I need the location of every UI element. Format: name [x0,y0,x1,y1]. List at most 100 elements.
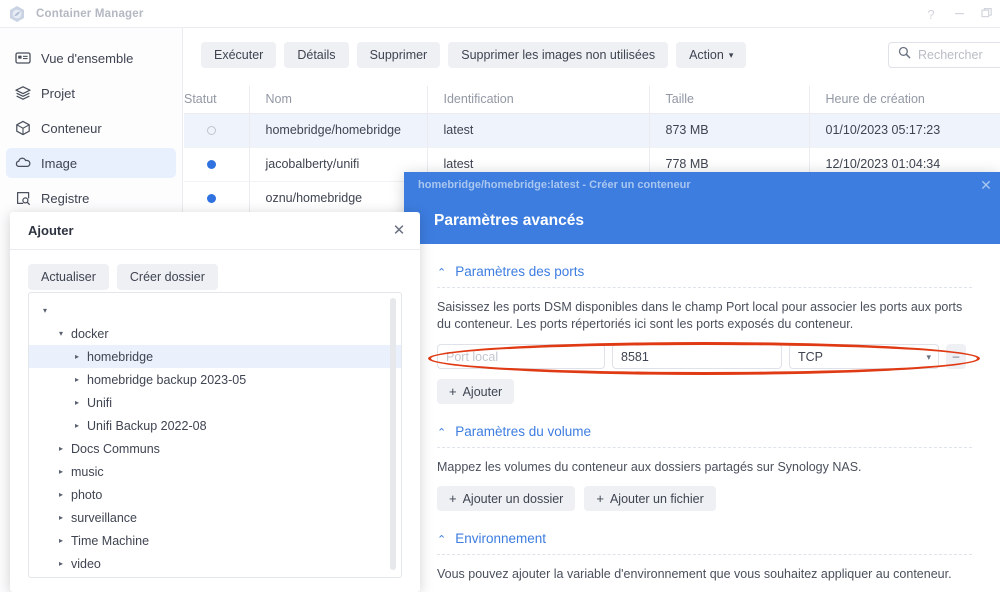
chevron-right-icon[interactable]: ▸ [55,536,67,545]
container-port-input[interactable] [612,344,782,369]
list-item-label: Docs Communs [71,441,160,456]
sidebar-item-label: Registre [41,190,90,206]
row-name-cell: homebridge/homebridge [248,113,427,148]
minimize-icon[interactable] [952,8,966,21]
list-item[interactable]: ▾ docker [29,322,401,345]
chevron-up-icon: ⌃ [437,267,447,279]
list-item[interactable]: ▸ Unifi [29,391,401,414]
list-item[interactable]: ▸ video [29,552,401,575]
add-port-button[interactable]: + Ajouter [437,379,515,404]
create-container-dialog: homebridge/homebridge:latest - Créer un … [404,172,1000,592]
protocol-select-value[interactable] [789,344,939,369]
chevron-right-icon[interactable]: ▸ [55,559,67,568]
protocol-select[interactable]: ▾ [789,344,939,369]
action-dropdown-button[interactable]: Action ▾ [676,42,747,68]
plus-icon: + [596,491,604,506]
list-item[interactable]: ▾ [29,299,401,322]
search-input[interactable] [918,48,1000,62]
ports-section-description: Saisissez les ports DSM disponibles dans… [437,300,963,331]
cube-icon [14,120,31,137]
environment-section-description: Vous pouvez ajouter la variable d'enviro… [437,567,952,581]
refresh-button[interactable]: Actualiser [28,264,109,290]
details-button[interactable]: Détails [284,42,349,68]
add-folder-button[interactable]: + Ajouter un dossier [437,486,576,511]
breadcrumb: homebridge/homebridge:latest - Créer un … [418,179,691,191]
section-divider [437,447,972,448]
chevron-right-icon[interactable]: ▸ [71,375,83,384]
list-item[interactable]: ▸ music [29,460,401,483]
sidebar-item-label: Projet [41,85,75,101]
column-header-statut[interactable]: Statut [184,86,249,114]
folder-tree[interactable]: ▾ ▾ docker ▸ homebridge ▸ homebridge bac… [28,292,402,578]
chevron-right-icon[interactable]: ▸ [55,513,67,522]
add-file-button[interactable]: + Ajouter un fichier [584,486,716,511]
sidebar-item-registre[interactable]: Registre [6,183,176,213]
status-indicator-icon [207,159,216,169]
run-button[interactable]: Exécuter [201,42,277,68]
tree-scrollbar[interactable] [390,298,396,570]
remove-port-button[interactable]: – [946,344,966,369]
list-item[interactable]: ▸ photo [29,483,401,506]
chevron-right-icon[interactable]: ▸ [71,352,83,361]
layers-icon [14,85,31,102]
list-item[interactable]: ▸ surveillance [29,506,401,529]
sidebar-item-conteneur[interactable]: Conteneur [6,113,176,143]
chevron-right-icon[interactable]: ▸ [55,444,67,453]
chevron-right-icon[interactable]: ▸ [55,490,67,499]
chevron-right-icon[interactable]: ▸ [55,467,67,476]
environment-section-heading: Environnement [455,531,547,546]
add-folder-dialog-toolbar: Actualiser Créer dossier [10,250,420,290]
maximize-icon[interactable] [980,7,994,21]
column-header-heure-de-creation[interactable]: Heure de création [808,86,1000,114]
column-header-taille[interactable]: Taille [648,86,809,114]
table-row[interactable]: homebridge/homebridge latest 873 MB 01/1… [184,113,1000,148]
chevron-right-icon[interactable]: ▸ [71,421,83,430]
volume-section-heading: Paramètres du volume [455,424,592,439]
create-container-dialog-body: ⌃ Paramètres des ports Saisissez les por… [404,244,1000,592]
delete-unused-images-button[interactable]: Supprimer les images non utilisées [448,42,669,68]
list-item[interactable]: ▸ Unifi Backup 2022-08 [29,414,401,437]
add-folder-label: Ajouter un dossier [462,492,564,506]
chevron-down-icon[interactable]: ▾ [55,329,67,338]
volume-section-description: Mappez les volumes du conteneur aux doss… [437,460,862,474]
row-size-cell: 873 MB [648,113,809,148]
create-folder-button[interactable]: Créer dossier [116,264,218,290]
list-item[interactable]: ▸ Time Machine [29,529,401,552]
local-port-input[interactable] [437,344,605,369]
close-icon[interactable]: ✕ [978,177,994,194]
sidebar-item-projet[interactable]: Projet [6,78,176,108]
list-item[interactable]: ▸ homebridge backup 2023-05 [29,368,401,391]
help-icon[interactable]: ? [924,8,938,21]
delete-button[interactable]: Supprimer [356,42,441,68]
volume-section-toggle[interactable]: ⌃ Paramètres du volume [437,424,972,439]
search-box[interactable] [888,42,1000,68]
sidebar-item-image[interactable]: Image [6,148,176,178]
chevron-up-icon: ⌃ [437,427,447,439]
search-icon [898,46,911,64]
list-item-label: photo [71,487,103,502]
list-item[interactable]: ▸ Docs Communs [29,437,401,460]
app-title: Container Manager [36,7,144,20]
list-item[interactable]: ▸ homebridge [29,345,401,368]
chevron-up-icon: ⌃ [437,534,447,546]
sidebar-item-vue-densemble[interactable]: Vue d'ensemble [6,43,176,73]
row-identification-cell: latest [426,113,649,148]
chevron-down-icon[interactable]: ▾ [39,306,51,315]
app-titlebar: Container Manager ? [0,0,1000,28]
column-header-identification[interactable]: Identification [426,86,649,114]
column-header-nom[interactable]: Nom [248,86,427,114]
plus-icon: + [449,384,457,399]
table-header-row: Statut Nom Identification Taille Heure d… [184,86,1000,114]
close-icon[interactable]: ✕ [392,221,406,239]
add-folder-dialog-title: Ajouter [28,223,74,238]
row-status-cell [184,113,249,148]
section-divider [437,554,972,555]
sidebar-item-label: Image [41,155,78,171]
ports-section-toggle[interactable]: ⌃ Paramètres des ports [437,264,972,279]
chevron-right-icon[interactable]: ▸ [71,398,83,407]
section-divider [437,287,972,288]
registry-search-icon [14,190,31,207]
environment-section-toggle[interactable]: ⌃ Environnement [437,531,972,546]
chevron-down-icon: ▾ [728,50,734,60]
status-indicator-icon [207,193,216,203]
